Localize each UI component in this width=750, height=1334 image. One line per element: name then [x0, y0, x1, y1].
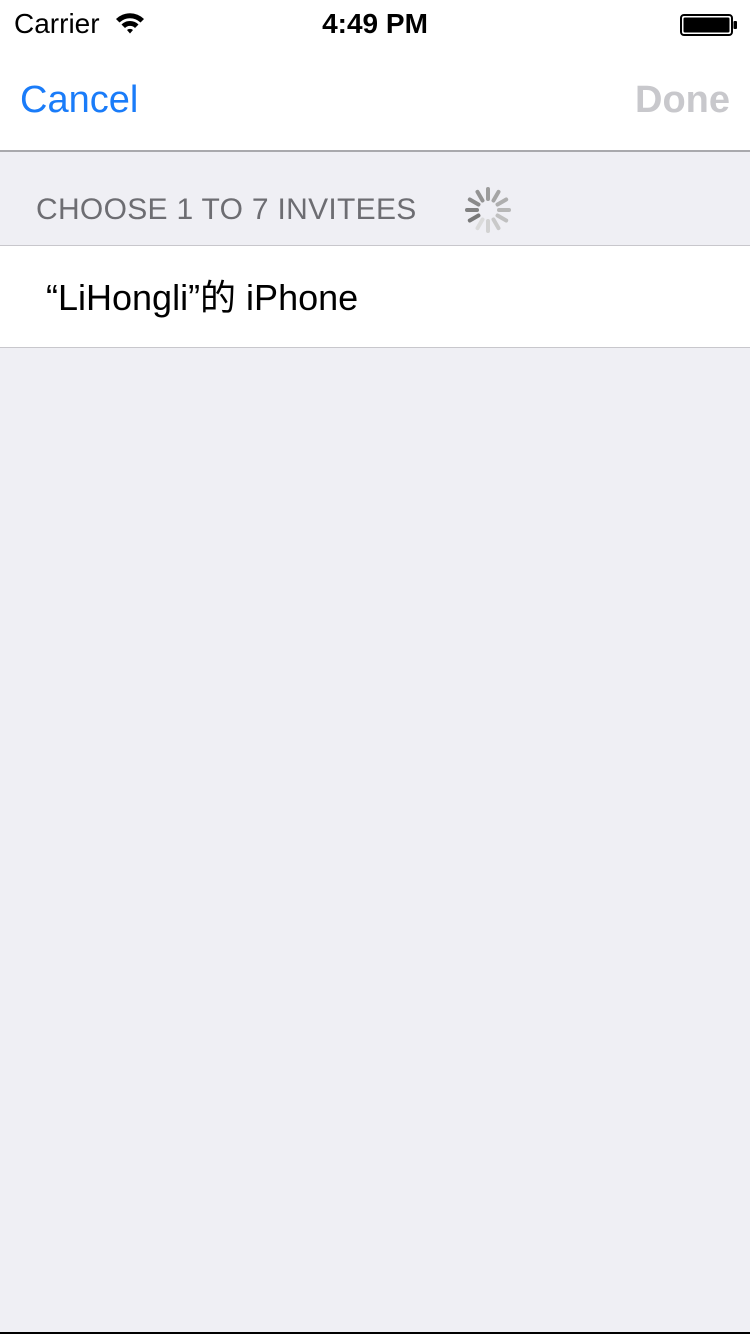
invitees-section-header: CHOOSE 1 TO 7 INVITEES [0, 152, 750, 245]
invitee-name: “LiHongli”的 iPhone [46, 277, 359, 318]
battery-full-icon [680, 14, 737, 36]
navigation-bar: Cancel Done [0, 40, 750, 152]
spinner-tick [475, 189, 485, 203]
spinner-tick [491, 189, 501, 203]
clock: 4:49 PM [322, 8, 428, 39]
spinner-tick [495, 213, 509, 223]
spinner-tick [495, 197, 509, 207]
section-title: CHOOSE 1 TO 7 INVITEES [36, 193, 417, 226]
invite-players-screen: Carrier 4:49 PM Cancel Done CHOOSE 1 TO … [0, 0, 750, 1334]
spinner-tick [491, 217, 501, 231]
list-item[interactable]: “LiHongli”的 iPhone [0, 246, 750, 347]
invitee-list: “LiHongli”的 iPhone [0, 245, 750, 348]
cancel-button[interactable]: Cancel [20, 77, 138, 123]
status-bar: Carrier 4:49 PM [0, 0, 750, 40]
done-button: Done [635, 79, 730, 121]
activity-spinner-icon [465, 187, 511, 233]
spinner-tick [467, 213, 481, 223]
spinner-tick [475, 217, 485, 231]
spinner-tick [467, 197, 481, 207]
